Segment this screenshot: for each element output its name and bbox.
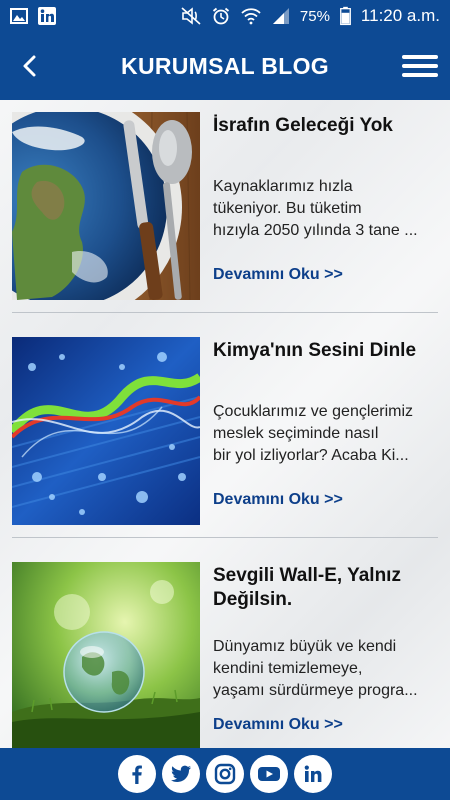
- hamburger-line: [402, 73, 438, 77]
- excerpt-line: tükeniyor. Bu tüketim: [213, 200, 362, 217]
- menu-button[interactable]: [402, 48, 438, 84]
- post-title[interactable]: Sevgili Wall-E, Yalnız Değilsin.: [213, 564, 438, 612]
- post-excerpt: Dünyamız büyük ve kendi kendini temizlem…: [213, 636, 438, 702]
- post-title-line: Değilsin.: [213, 589, 293, 610]
- post-title-line: Sevgili Wall-E, Yalnız: [213, 565, 401, 586]
- status-bar: 75% 11:20 a.m.: [0, 0, 450, 32]
- facebook-icon: [132, 765, 142, 784]
- hamburger-menu-icon: [402, 55, 438, 59]
- app-bar: KURUMSAL BLOG: [0, 32, 450, 100]
- divider: [12, 312, 438, 313]
- clock: 11:20 a.m.: [360, 6, 440, 25]
- twitter-button[interactable]: [162, 755, 200, 793]
- battery-icon: [340, 6, 351, 26]
- page-title: KURUMSAL BLOG: [121, 52, 329, 79]
- wifi-icon: [241, 8, 261, 25]
- back-button[interactable]: [14, 50, 46, 82]
- excerpt-line: Dünyamız büyük ve kendi: [213, 638, 397, 655]
- blog-post: İsrafın Geleceği Yok Kaynaklarımız hızla…: [0, 100, 450, 312]
- post-title[interactable]: İsrafın Geleceği Yok: [213, 114, 438, 138]
- post-image-chemistry[interactable]: [12, 337, 200, 525]
- alarm-icon: [212, 7, 229, 25]
- gallery-icon: [10, 8, 28, 24]
- excerpt-line: Kaynaklarımız hızla: [213, 178, 353, 195]
- excerpt-line: Çocuklarımız ve gençlerimiz: [213, 403, 414, 420]
- mute-icon: [181, 7, 201, 25]
- post-image-glass-globe[interactable]: [12, 562, 200, 748]
- linkedin-icon: [304, 765, 322, 782]
- post-info: Sevgili Wall-E, Yalnız Değilsin.: [213, 564, 438, 612]
- read-more-link[interactable]: Devamını Oku >>: [213, 266, 343, 284]
- post-image-earth-plate[interactable]: [12, 112, 200, 300]
- post-title[interactable]: Kimya'nın Sesini Dinle: [213, 339, 438, 363]
- excerpt-line: meslek seçiminde nasıl: [213, 425, 379, 442]
- linkedin-icon: [38, 7, 56, 25]
- hamburger-line: [402, 64, 438, 68]
- battery-percent: 75%: [299, 7, 330, 25]
- instagram-button[interactable]: [206, 755, 244, 793]
- excerpt-line: hızıyla 2050 yılında 3 tane ...: [213, 222, 418, 239]
- blog-post: Kimya'nın Sesini Dinle Çocuklarımız ve g…: [0, 325, 450, 537]
- excerpt-line: kendini temizlemeye,: [213, 660, 363, 677]
- read-more-link[interactable]: Devamını Oku >>: [213, 491, 343, 509]
- facebook-button[interactable]: [118, 755, 156, 793]
- twitter-icon: [171, 765, 191, 782]
- post-info: Kimya'nın Sesini Dinle: [213, 339, 438, 363]
- youtube-button[interactable]: [250, 755, 288, 793]
- post-excerpt: Kaynaklarımız hızla tükeniyor. Bu tüketi…: [213, 176, 438, 242]
- divider: [12, 537, 438, 538]
- social-footer: [0, 748, 450, 800]
- linkedin-button[interactable]: [294, 755, 332, 793]
- excerpt-line: yaşamı sürdürmeye progra...: [213, 682, 418, 699]
- read-more-link[interactable]: Devamını Oku >>: [213, 716, 343, 734]
- post-info: İsrafın Geleceği Yok: [213, 114, 438, 138]
- instagram-icon: [214, 763, 236, 785]
- excerpt-line: bir yol izliyorlar? Acaba Ki...: [213, 447, 409, 464]
- chevron-left-icon: [23, 55, 36, 77]
- post-excerpt: Çocuklarımız ve gençlerimiz meslek seçim…: [213, 401, 438, 467]
- blog-post: Sevgili Wall-E, Yalnız Değilsin. Dünyamı…: [0, 550, 450, 748]
- blog-list[interactable]: İsrafın Geleceği Yok Kaynaklarımız hızla…: [0, 100, 450, 748]
- youtube-icon: [258, 767, 280, 781]
- signal-icon: [272, 8, 289, 24]
